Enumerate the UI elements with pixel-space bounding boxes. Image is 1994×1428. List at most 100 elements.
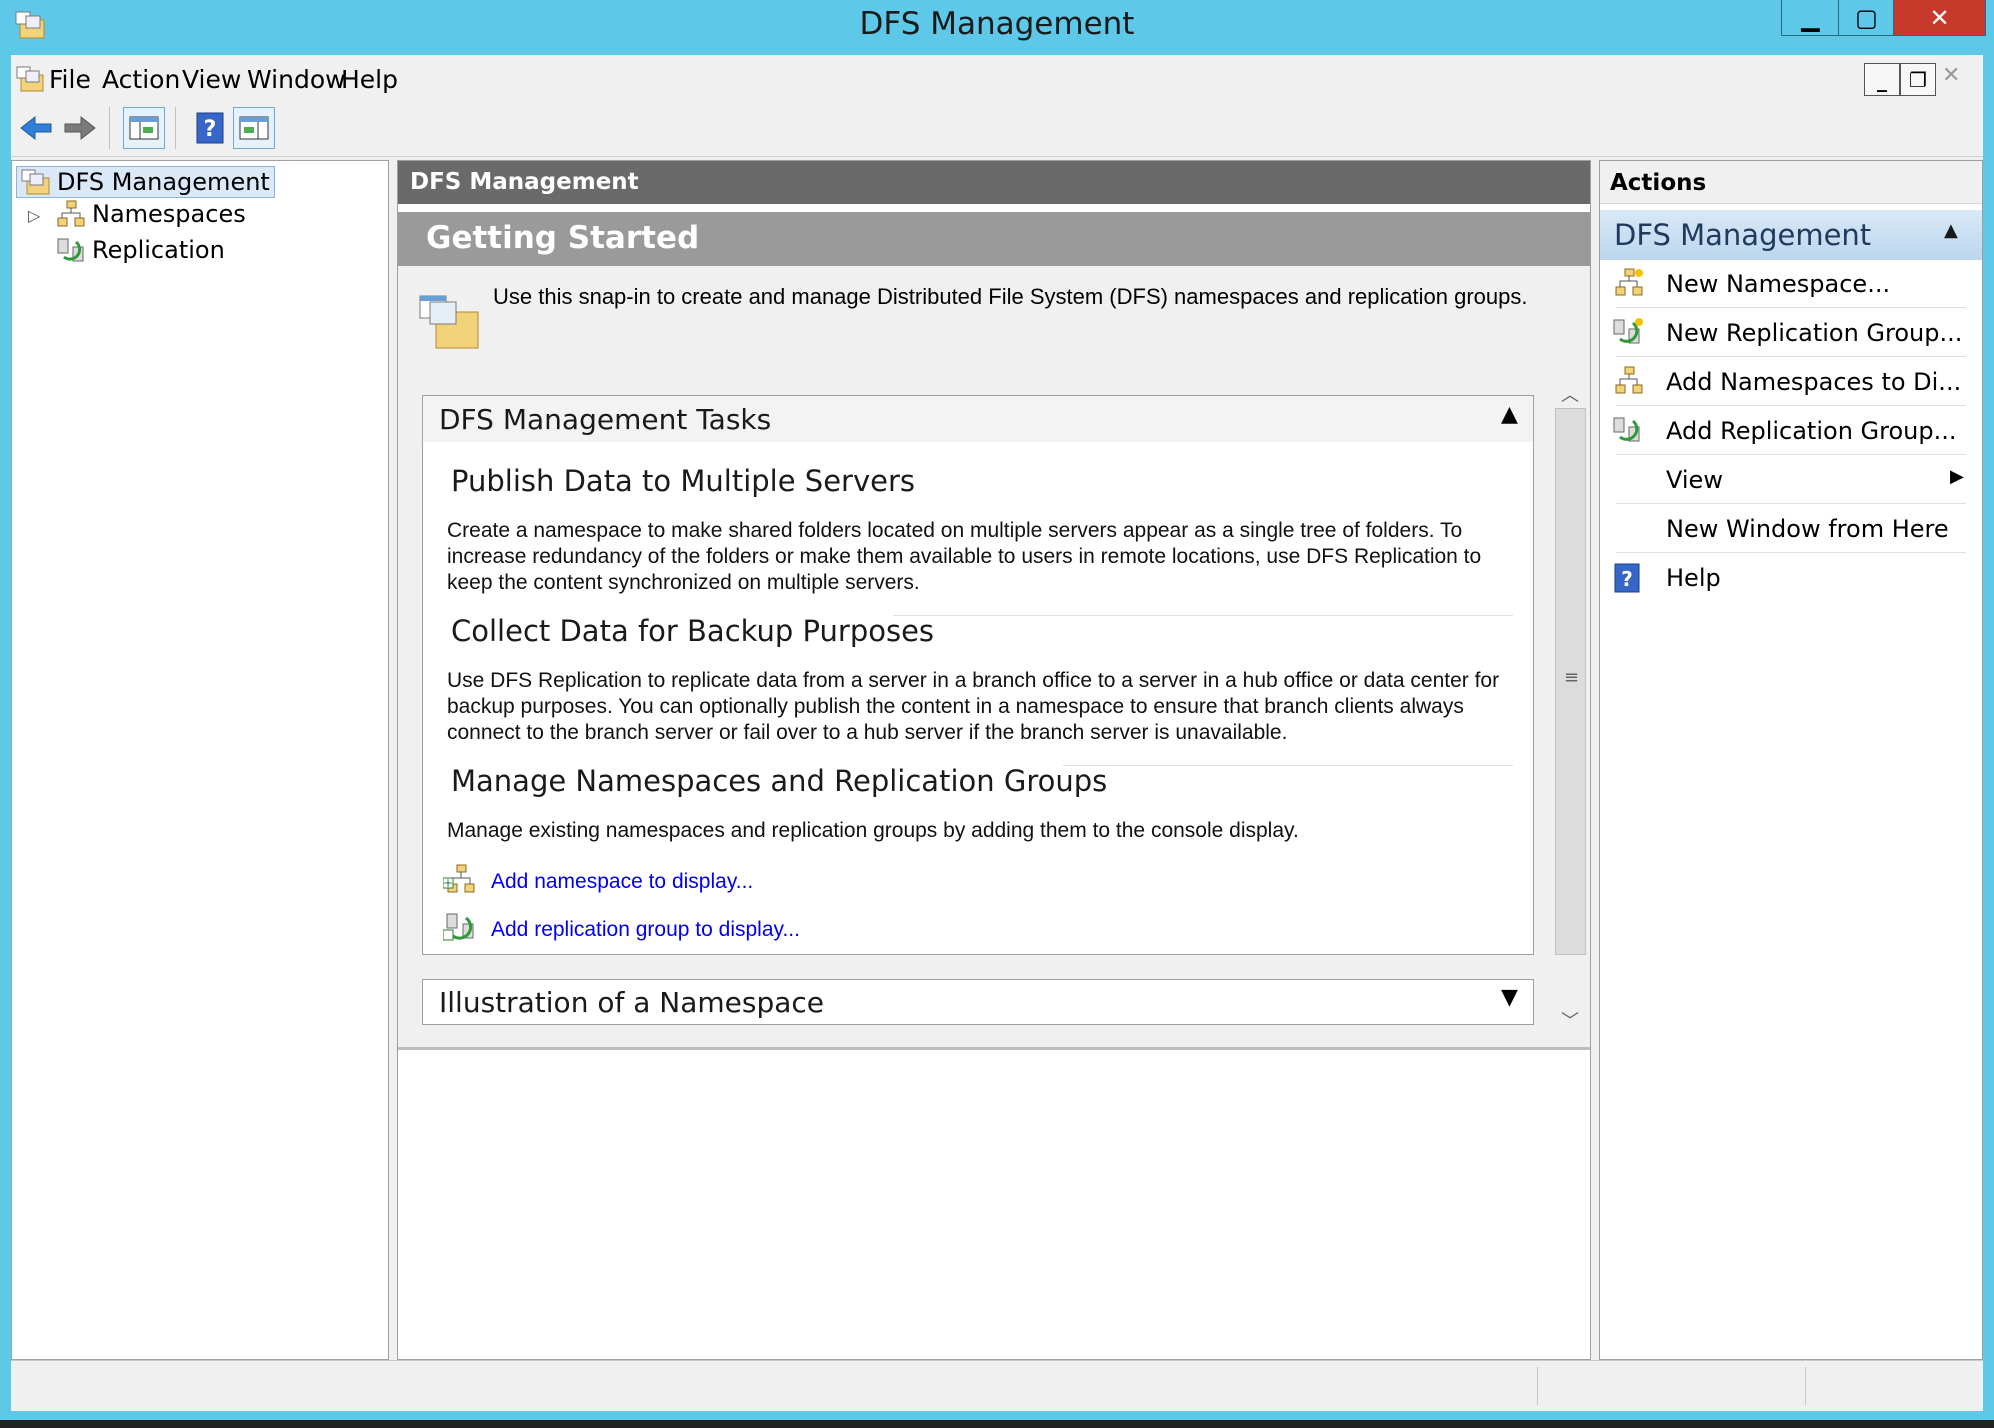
action-separator (1616, 552, 1966, 553)
section-title: Manage Namespaces and Replication Groups (451, 764, 1108, 798)
replication-icon (56, 236, 86, 264)
scrollbar-thumb[interactable]: ≡ (1555, 408, 1586, 955)
action-separator (1616, 405, 1966, 406)
expand-arrow-icon[interactable]: ▼ (1501, 985, 1518, 1010)
status-divider (1537, 1367, 1538, 1405)
section-divider (1063, 765, 1513, 766)
snapin-icon[interactable] (15, 63, 47, 95)
show-hide-action-pane-icon[interactable] (233, 107, 275, 149)
add-namespace-icon: + (442, 864, 477, 896)
action-separator (1616, 356, 1966, 357)
toolbar: ? (11, 101, 1983, 157)
new-replication-group-icon (1612, 317, 1644, 347)
action-label: Add Replication Group... (1666, 417, 1957, 445)
help-icon[interactable]: ? (189, 107, 231, 149)
title-bar: DFS Management ▁ ▢ ✕ (0, 0, 1994, 55)
help-icon: ? (1614, 563, 1642, 595)
actions-title: Actions (1610, 170, 1707, 196)
tasks-area: DFS Management Tasks ▲ Publish Data to M… (398, 375, 1590, 1050)
scroll-up-chevron-icon[interactable]: ︿ (1561, 381, 1579, 407)
console-tree: DFS Management ▷ Namespaces Replication (11, 160, 389, 1360)
action-label: Add Namespaces to Di... (1666, 368, 1962, 396)
new-namespace-icon (1612, 268, 1644, 298)
status-divider (1805, 1367, 1806, 1405)
tasks-panel-header[interactable]: DFS Management Tasks ▲ (423, 396, 1533, 442)
results-header: DFS Management (398, 161, 1590, 204)
tree-item-label: Replication (92, 236, 225, 264)
action-label: Help (1666, 564, 1721, 592)
back-arrow-icon[interactable] (15, 107, 57, 149)
show-hide-console-tree-icon[interactable] (123, 107, 165, 149)
action-label: New Replication Group... (1666, 319, 1963, 347)
mdi-close-button[interactable]: ✕ (1942, 63, 1960, 88)
menu-file[interactable]: File (49, 65, 91, 94)
action-view[interactable]: View ▶ (1600, 456, 1982, 504)
section-body: Use DFS Replication to replicate data fr… (447, 669, 1500, 744)
collapse-triangle-icon[interactable]: ▲ (1944, 220, 1958, 241)
action-label: New Namespace... (1666, 270, 1891, 298)
section-title: Publish Data to Multiple Servers (451, 464, 915, 498)
action-separator (1616, 307, 1966, 308)
toolbar-separator (109, 107, 110, 149)
mdi-minimize-button[interactable]: _ (1864, 63, 1900, 96)
getting-started-title: Getting Started (426, 220, 700, 256)
section-body: Create a namespace to make shared folder… (447, 519, 1482, 594)
tasks-panel-title: DFS Management Tasks (439, 403, 772, 436)
section-body: Manage existing namespaces and replicati… (447, 819, 1299, 842)
getting-started-band: Getting Started (398, 212, 1590, 266)
dfs-management-icon (21, 168, 51, 196)
add-namespace-link[interactable]: Add namespace to display... (491, 870, 753, 894)
action-separator (1616, 454, 1966, 455)
action-add-namespaces-to-display[interactable]: Add Namespaces to Di... (1600, 358, 1982, 406)
tree-item-label: Namespaces (92, 200, 246, 228)
namespaces-icon (56, 200, 86, 228)
svg-text:?: ? (1621, 567, 1633, 591)
tree-item-dfs-management[interactable]: DFS Management (16, 166, 275, 198)
actions-group-header[interactable]: DFS Management ▲ (1600, 210, 1982, 260)
add-replication-groups-icon (1612, 415, 1644, 445)
action-add-replication-groups[interactable]: Add Replication Group... (1600, 407, 1982, 455)
tasks-panel: DFS Management Tasks ▲ Publish Data to M… (422, 395, 1534, 955)
minimize-button[interactable]: ▁ (1781, 0, 1840, 36)
menu-window[interactable]: Window (247, 65, 346, 94)
dfs-snapin-icon (416, 288, 482, 354)
action-new-namespace[interactable]: New Namespace... (1600, 260, 1982, 308)
submenu-arrow-icon: ▶ (1950, 466, 1964, 487)
svg-text:+: + (443, 876, 453, 890)
illustration-panel-title: Illustration of a Namespace (439, 986, 825, 1019)
add-replication-group-icon (442, 912, 477, 944)
add-replication-group-link[interactable]: Add replication group to display... (491, 918, 800, 942)
toolbar-separator (175, 107, 176, 149)
mdi-restore-button[interactable]: ❐ (1900, 63, 1936, 96)
close-button[interactable]: ✕ (1893, 0, 1986, 36)
collapse-arrow-icon[interactable]: ▲ (1501, 402, 1518, 427)
taskbar-edge (0, 1420, 1994, 1428)
results-pane: DFS Management Getting Started Use this … (397, 160, 1591, 1360)
menu-action[interactable]: Action (102, 65, 180, 94)
tree-item-replication[interactable]: Replication (56, 235, 225, 265)
actions-title-bar: Actions (1600, 161, 1982, 204)
illustration-panel[interactable]: Illustration of a Namespace ▼ (422, 979, 1534, 1025)
results-header-title: DFS Management (410, 169, 639, 195)
menu-view[interactable]: View (182, 65, 241, 94)
maximize-button[interactable]: ▢ (1838, 0, 1895, 36)
actions-group-title: DFS Management (1614, 218, 1872, 252)
action-new-window-from-here[interactable]: New Window from Here (1600, 505, 1982, 553)
forward-arrow-icon[interactable] (59, 107, 101, 149)
grip-icon: ≡ (1564, 667, 1580, 688)
action-new-replication-group[interactable]: New Replication Group... (1600, 309, 1982, 357)
expand-chevron-icon[interactable]: ▷ (28, 206, 40, 225)
action-label: New Window from Here (1666, 515, 1949, 543)
action-separator (1616, 503, 1966, 504)
section-title: Collect Data for Backup Purposes (451, 614, 935, 648)
action-help[interactable]: ? Help (1600, 554, 1982, 602)
action-label: View (1666, 466, 1723, 494)
menu-help[interactable]: Help (341, 65, 398, 94)
actions-pane: Actions DFS Management ▲ New Namespace..… (1599, 160, 1983, 1360)
tree-item-label: DFS Management (57, 168, 270, 196)
scroll-down-chevron-icon[interactable]: ﹀ (1561, 1007, 1579, 1033)
add-namespaces-icon (1612, 366, 1644, 396)
tree-item-namespaces[interactable]: Namespaces (56, 199, 246, 229)
window-title: DFS Management (859, 6, 1135, 42)
section-divider (893, 615, 1513, 616)
